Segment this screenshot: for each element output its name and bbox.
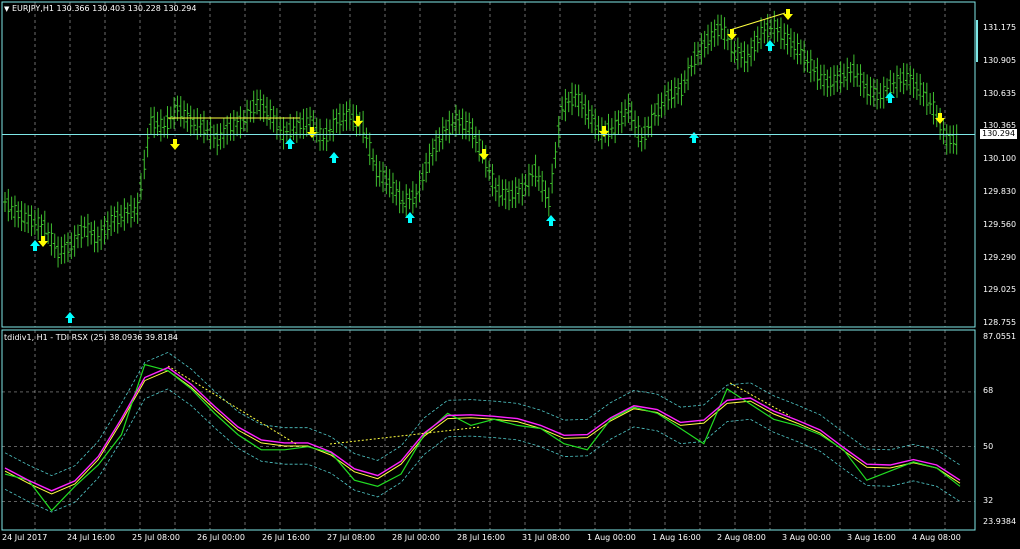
indicator-tick-label: 23.9384 [983,517,1017,526]
time-tick-label: 2 Aug 08:00 [717,533,766,542]
indicator-lines [4,12,961,513]
time-tick-label: 24 Jul 16:00 [67,533,115,542]
price-tick-label: 130.905 [983,55,1017,65]
indicator-tick-label: 50 [983,442,994,451]
time-tick-label: 1 Aug 16:00 [652,533,701,542]
divergence-line [329,426,481,445]
time-tick-label: 24 Jul 2017 [2,533,48,542]
price-tick-label: 129.290 [983,252,1017,262]
lower-band-line [4,388,961,513]
divergence-line [167,365,297,445]
arrow-up-icon [765,40,775,51]
grid-lines [2,2,975,530]
arrow-up-icon [689,132,699,143]
indicator-tick-label: 68 [983,386,994,395]
fast-line [4,363,961,512]
time-tick-label: 28 Jul 16:00 [457,533,505,542]
time-tick-label: 4 Aug 08:00 [912,533,961,542]
main-window-frame [1,1,976,328]
arrow-down-icon [170,139,180,150]
price-bars [3,10,959,268]
time-tick-label: 3 Aug 00:00 [782,533,831,542]
time-tick-label: 31 Jul 08:00 [522,533,570,542]
price-tick-label: 129.560 [983,219,1017,229]
arrow-up-icon [546,215,556,226]
current-price-label: 130.294 [980,129,1018,139]
price-tick-label: 131.175 [983,23,1017,32]
arrow-up-icon [65,312,75,323]
arrow-down-icon [353,116,363,127]
indicator-window-frame [1,329,976,531]
arrow-down-icon [479,149,489,160]
upper-band-line [4,351,961,477]
signal-line [4,370,961,495]
arrow-down-icon [599,126,609,137]
indicator-tick-label: 87.0551 [983,332,1017,341]
time-tick-label: 26 Jul 00:00 [197,533,245,542]
symbol-label: EURJPY,H1 [11,4,54,13]
chart-canvas [1,1,978,531]
arrow-up-icon [30,240,40,251]
time-tick-label: 28 Jul 00:00 [392,533,440,542]
window-menu-icon[interactable]: ▼ [4,5,9,13]
arrow-up-icon [329,152,339,163]
arrow-down-icon [38,236,48,247]
price-tick-label: 129.025 [983,285,1017,295]
indicator-window-title: tdidiv1, H1 - TDI RSX (25) 38.0936 39.81… [4,333,179,342]
ohlc-label: 130.366 130.403 130.228 130.294 [56,4,197,13]
time-tick-label: 3 Aug 16:00 [847,533,896,542]
arrow-down-icon [307,127,317,138]
price-tick-label: 128.755 [983,318,1017,328]
price-tick-label: 129.830 [983,187,1017,196]
main-window-title: ▼ EURJPY,H1 130.366 130.403 130.228 130.… [4,4,196,14]
time-tick-label: 25 Jul 08:00 [132,533,180,542]
time-tick-label: 26 Jul 16:00 [262,533,310,542]
price-tick-label: 130.100 [983,154,1017,164]
time-tick-label: 27 Jul 08:00 [327,533,375,542]
rsx-line [4,366,961,492]
time-tick-label: 1 Aug 00:00 [587,533,636,542]
price-tick-label: 130.635 [983,88,1017,98]
indicator-tick-label: 32 [983,496,994,505]
arrow-down-icon [783,9,793,20]
